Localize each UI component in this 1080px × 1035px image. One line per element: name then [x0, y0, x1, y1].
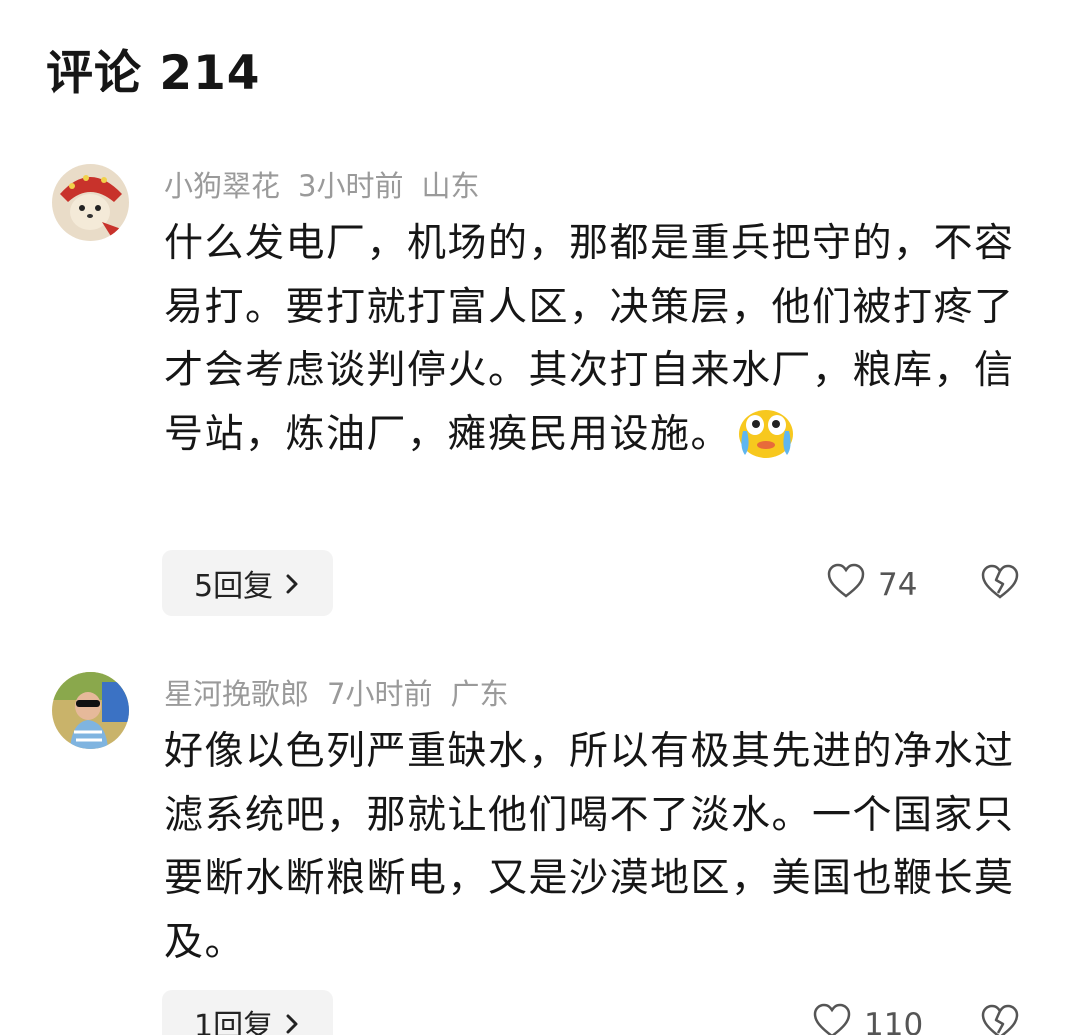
like-group: 74 — [826, 562, 917, 608]
comment-text: 好像以色列严重缺水，所以有极其先进的净水过滤系统吧，那就让他们喝不了淡水。一个国… — [164, 729, 1015, 965]
timestamp: 7小时前 — [327, 677, 433, 711]
heart-icon[interactable] — [812, 1002, 852, 1035]
comments-page: 评论 214 小狗翠花 3小时前 山东 什么发电厂，机场的，那都是重兵把守的，不容易… — [0, 0, 1080, 1035]
comment-meta: 星河挽歌郎 7小时前 广东 — [164, 674, 526, 714]
location: 山东 — [421, 169, 480, 203]
like-group: 110 — [812, 1002, 923, 1035]
reply-count-label: 1回复 — [194, 1009, 274, 1035]
timestamp: 3小时前 — [298, 169, 404, 203]
username[interactable]: 小狗翠花 — [164, 169, 280, 203]
like-count: 74 — [878, 567, 918, 603]
crying-face-emoji-icon — [737, 407, 795, 479]
location: 广东 — [450, 677, 509, 711]
avatar[interactable] — [52, 672, 129, 749]
broken-heart-icon[interactable] — [979, 1003, 1021, 1035]
heart-icon[interactable] — [826, 562, 866, 608]
broken-heart-icon[interactable] — [979, 563, 1021, 605]
view-replies-button[interactable]: 5回复 — [162, 550, 334, 616]
view-replies-button[interactable]: 1回复 — [162, 990, 334, 1035]
comment-meta: 小狗翠花 3小时前 山东 — [164, 166, 497, 206]
chevron-right-icon — [279, 570, 305, 596]
like-count: 110 — [864, 1007, 924, 1035]
chevron-right-icon — [279, 1010, 305, 1035]
reply-count-label: 5回复 — [194, 569, 274, 604]
username[interactable]: 星河挽歌郎 — [164, 677, 309, 711]
comments-title: 评论 214 — [46, 46, 261, 101]
comment-text: 什么发电厂，机场的，那都是重兵把守的，不容易打。要打就打富人区，决策层，他们被打… — [164, 212, 1024, 478]
avatar[interactable] — [52, 164, 129, 241]
